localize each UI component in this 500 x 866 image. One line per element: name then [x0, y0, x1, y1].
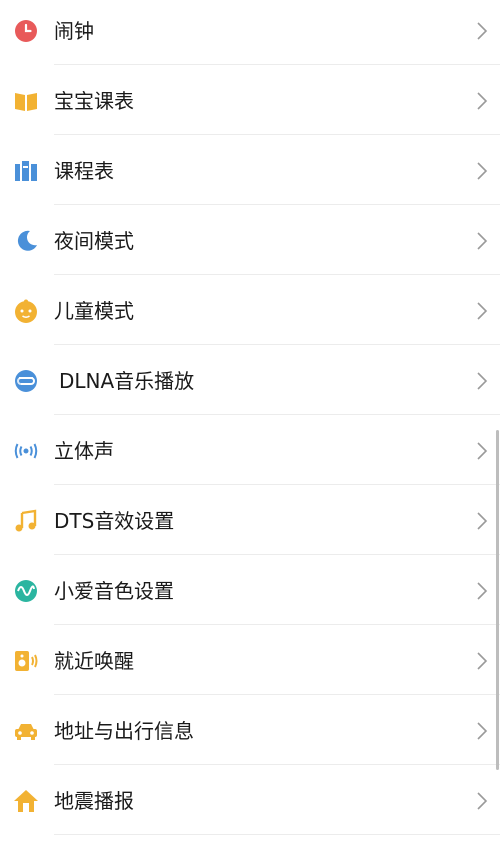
settings-item-label: DLNA音乐播放 — [59, 369, 195, 393]
settings-item-label: 就近唤醒 — [54, 649, 134, 673]
settings-item-dts-audio[interactable]: DTS音效设置 — [0, 485, 500, 555]
settings-item-course-schedule[interactable]: 课程表 — [0, 135, 500, 205]
sound-wave-icon — [13, 578, 39, 604]
settings-item-label: 地震播报 — [54, 789, 134, 813]
settings-item-alarm[interactable]: 闹钟 — [0, 0, 500, 65]
settings-item-label: 宝宝课表 — [54, 89, 134, 113]
settings-item-baby-schedule[interactable]: 宝宝课表 — [0, 65, 500, 135]
car-icon — [13, 718, 39, 744]
settings-item-label: 儿童模式 — [54, 299, 134, 323]
settings-item-nearby-wake[interactable]: 就近唤醒 — [0, 625, 500, 695]
chevron-right-icon — [476, 231, 488, 251]
settings-item-label: 课程表 — [54, 159, 114, 183]
dlna-icon — [13, 368, 39, 394]
settings-item-night-mode[interactable]: 夜间模式 — [0, 205, 500, 275]
chevron-right-icon — [476, 651, 488, 671]
speaker-icon — [13, 648, 39, 674]
settings-item-address-travel[interactable]: 地址与出行信息 — [0, 695, 500, 765]
chevron-right-icon — [476, 371, 488, 391]
settings-item-earthquake-alert[interactable]: 地震播报 — [0, 765, 500, 835]
settings-item-label: 地址与出行信息 — [54, 719, 194, 743]
house-icon — [13, 788, 39, 814]
moon-icon — [13, 228, 39, 254]
open-book-icon — [13, 88, 39, 114]
settings-item-label: DTS音效设置 — [54, 509, 175, 533]
chevron-right-icon — [476, 581, 488, 601]
settings-item-label: 闹钟 — [54, 19, 94, 43]
music-note-icon — [13, 508, 39, 534]
settings-item-dlna-music[interactable]: DLNA音乐播放 — [0, 345, 500, 415]
settings-item-label: 小爱音色设置 — [54, 579, 174, 603]
chevron-right-icon — [476, 91, 488, 111]
settings-item-stereo[interactable]: 立体声 — [0, 415, 500, 485]
settings-item-partial[interactable] — [0, 835, 500, 866]
settings-screen: 闹钟 宝宝课表 课程表 夜间模式 儿童模式 DLNA音乐播放 立体声 DTS音效… — [0, 0, 500, 866]
books-shelf-icon — [13, 158, 39, 184]
scrollbar[interactable] — [496, 430, 499, 770]
chevron-right-icon — [476, 21, 488, 41]
chevron-right-icon — [476, 791, 488, 811]
settings-item-label: 立体声 — [54, 439, 114, 463]
settings-list: 闹钟 宝宝课表 课程表 夜间模式 儿童模式 DLNA音乐播放 立体声 DTS音效… — [0, 0, 500, 866]
settings-item-label: 夜间模式 — [54, 229, 134, 253]
chevron-right-icon — [476, 511, 488, 531]
stereo-broadcast-icon — [13, 438, 39, 464]
chevron-right-icon — [476, 161, 488, 181]
settings-item-kids-mode[interactable]: 儿童模式 — [0, 275, 500, 345]
settings-item-voice-timbre[interactable]: 小爱音色设置 — [0, 555, 500, 625]
chevron-right-icon — [476, 721, 488, 741]
chevron-right-icon — [476, 301, 488, 321]
chevron-right-icon — [476, 441, 488, 461]
partial-icon — [13, 858, 39, 866]
child-face-icon — [13, 298, 39, 324]
alarm-clock-icon — [13, 18, 39, 44]
